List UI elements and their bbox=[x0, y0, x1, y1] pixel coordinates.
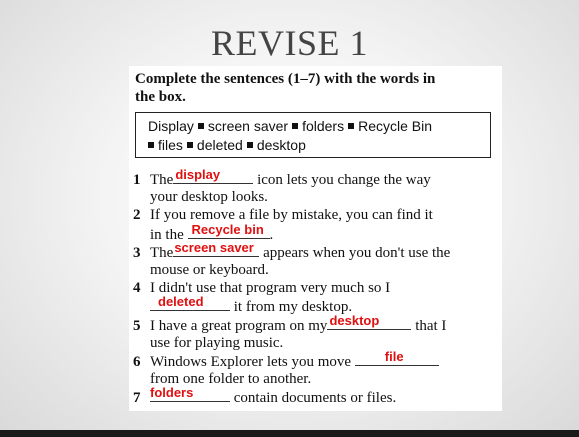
bullet-square-icon bbox=[186, 142, 193, 149]
bullet-square-icon bbox=[246, 142, 253, 149]
word-box: Display screen saver folders Recycle Bin fi… bbox=[135, 112, 491, 158]
answer-blank[interactable]: file bbox=[354, 348, 439, 366]
answer-text: deleted bbox=[158, 294, 204, 310]
answer-text: desktop bbox=[329, 312, 380, 328]
word-deleted: deleted bbox=[196, 137, 243, 153]
answer-text: screen saver bbox=[174, 239, 254, 255]
answer-text: display bbox=[175, 167, 221, 182]
bullet-square-icon bbox=[292, 123, 299, 130]
word-files: files bbox=[158, 137, 183, 153]
word-display: Display bbox=[148, 118, 194, 134]
word-screen-saver: screen saver bbox=[207, 118, 289, 134]
bullet-square-icon bbox=[148, 142, 154, 149]
word-recycle-bin: Recycle Bin bbox=[358, 118, 433, 134]
sentence-3: 3 The screen saver appears when you don't … bbox=[133, 239, 451, 261]
sentence-5: 5I have a great program on my desktop tha… bbox=[133, 312, 447, 334]
answer-text: folders bbox=[150, 385, 194, 401]
bullet-square-icon bbox=[348, 123, 355, 130]
bottom-bar bbox=[0, 430, 579, 437]
answer-blank[interactable]: folders bbox=[150, 385, 230, 403]
bullet-square-icon bbox=[197, 123, 204, 130]
answer-blank[interactable]: display bbox=[173, 167, 254, 184]
answer-text: Recycle bin bbox=[191, 221, 264, 237]
answer-blank[interactable]: desktop bbox=[327, 312, 412, 330]
instructions: Complete the sentences (1–7) with the wo… bbox=[135, 71, 436, 105]
answer-blank[interactable]: deleted bbox=[150, 294, 230, 312]
sentence-6: 6 Windows Explorer lets you move file bbox=[133, 348, 501, 370]
sentence-list: 1 The display icon lets you change the way… bbox=[133, 167, 501, 407]
sentence-1: 1 The display icon lets you change the way bbox=[133, 167, 431, 189]
sentence-2: 2 If you remove a file by mistake, you ca… bbox=[133, 207, 433, 224]
worksheet: Complete the sentences (1–7) with the wo… bbox=[129, 66, 502, 411]
answer-blank[interactable]: screen saver bbox=[173, 239, 260, 257]
answer-blank[interactable]: Recycle bin bbox=[187, 221, 270, 239]
word-desktop: desktop bbox=[256, 137, 306, 153]
sentence-7: 7 folders contain documents or files. bbox=[133, 385, 397, 407]
word-folders: folders bbox=[302, 118, 345, 134]
answer-text: file bbox=[384, 348, 404, 364]
slide-title: REVISE 1 bbox=[211, 23, 368, 63]
